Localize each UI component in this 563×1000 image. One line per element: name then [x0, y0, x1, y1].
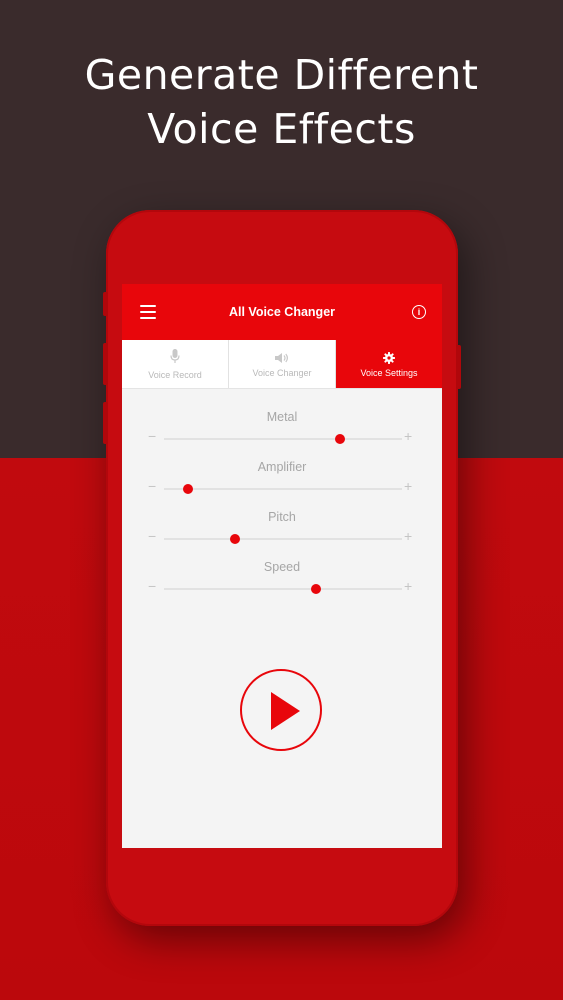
slider-track[interactable] [164, 434, 402, 444]
plus-icon[interactable]: + [404, 429, 412, 443]
slider-label: Speed [263, 560, 301, 574]
microphone-icon [170, 348, 180, 363]
phone-side-button [456, 345, 461, 389]
slider-thumb[interactable] [230, 534, 241, 544]
gear-icon [383, 351, 395, 365]
slider-label: Pitch [268, 510, 296, 524]
minus-icon[interactable]: − [148, 479, 156, 493]
slider-thumb[interactable] [335, 434, 346, 444]
slider-metal: Metal − + [122, 410, 442, 450]
tab-bar: Voice Record Voice Changer Voice Setting… [122, 340, 442, 389]
tab-voice-record[interactable]: Voice Record [122, 340, 229, 388]
slider-pitch: Pitch − + [122, 510, 442, 550]
minus-icon[interactable]: − [148, 429, 156, 443]
slider-thumb[interactable] [182, 484, 193, 494]
phone-side-button [103, 343, 108, 385]
minus-icon[interactable]: − [148, 529, 156, 543]
tab-label: Voice Settings [360, 367, 418, 378]
play-icon [271, 692, 300, 730]
tab-label: Voice Record [148, 369, 202, 380]
plus-icon[interactable]: + [404, 579, 412, 593]
slider-amplifier: Amplifier − + [122, 460, 442, 500]
app-title: All Voice Changer [228, 305, 336, 319]
app-bar: All Voice Changer i [122, 284, 442, 340]
plus-icon[interactable]: + [404, 479, 412, 493]
slider-track[interactable] [164, 484, 402, 494]
tab-voice-changer[interactable]: Voice Changer [229, 340, 336, 388]
slider-track[interactable] [164, 584, 402, 594]
minus-icon[interactable]: − [148, 579, 156, 593]
slider-thumb[interactable] [311, 584, 322, 594]
slider-label: Amplifier [257, 460, 307, 474]
plus-icon[interactable]: + [404, 529, 412, 543]
tab-voice-settings[interactable]: Voice Settings [336, 340, 442, 388]
app-screen: All Voice Changer i Voice Record Voice C… [122, 284, 442, 848]
slider-speed: Speed − + [122, 560, 442, 600]
phone-side-button [103, 292, 108, 316]
speaker-icon [275, 351, 289, 365]
play-button[interactable] [240, 669, 322, 751]
slider-label: Metal [266, 410, 298, 424]
slider-track[interactable] [164, 534, 402, 544]
promo-headline: Generate Different Voice Effects [84, 51, 479, 153]
info-icon[interactable]: i [412, 305, 426, 319]
tab-label: Voice Changer [252, 367, 312, 378]
phone-side-button [103, 402, 108, 444]
